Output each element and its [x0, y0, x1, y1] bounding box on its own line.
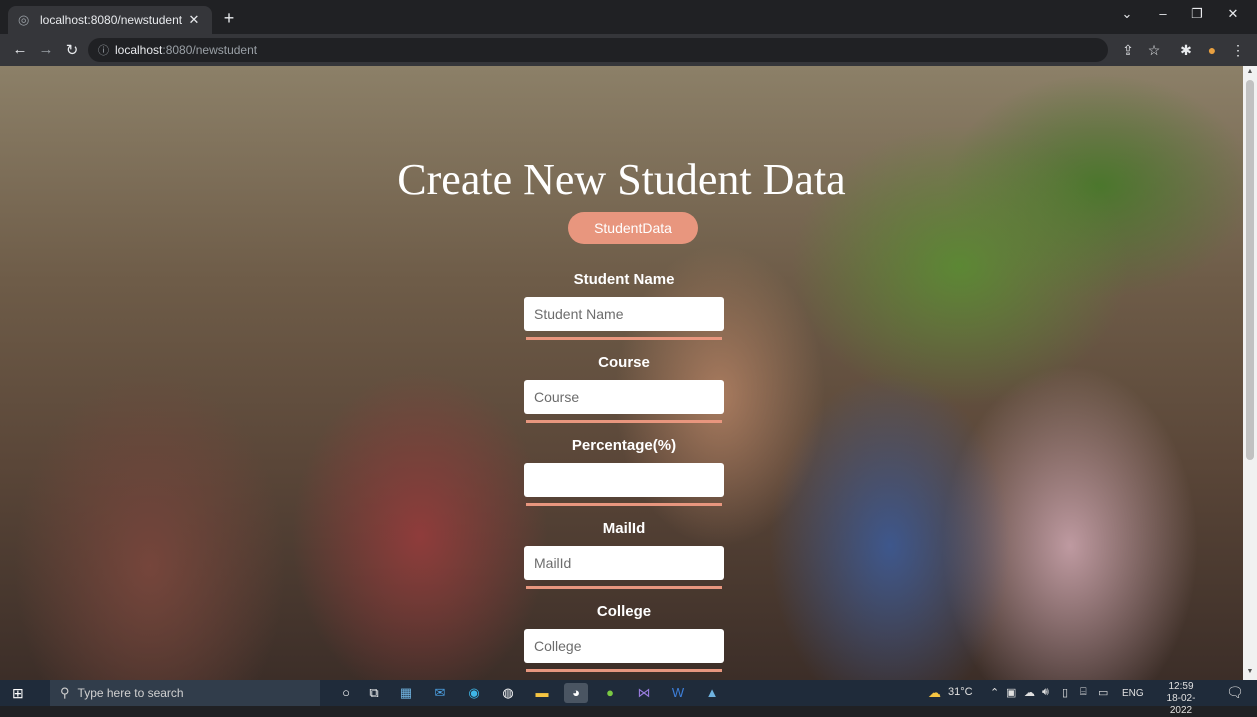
tab-search-icon[interactable]: ⌄	[1110, 6, 1144, 22]
visual-studio-icon[interactable]: ⋈	[632, 683, 656, 703]
clock-time: 12:59	[1168, 681, 1194, 692]
taskbar-clock[interactable]: 12:59 18-02-2022	[1156, 681, 1206, 717]
mailid-label: MailId	[602, 520, 646, 537]
back-icon[interactable]: ←	[8, 41, 32, 58]
url-path: :8080/newstudent	[162, 43, 258, 57]
scroll-down-icon[interactable]: ▼	[1243, 668, 1257, 675]
url-input[interactable]: ⓘ localhost :8080/newstudent	[88, 38, 1108, 62]
student-name-label: Student Name	[573, 271, 675, 288]
clock-date: 18-02-2022	[1166, 693, 1196, 716]
percentage-label: Percentage(%)	[571, 437, 677, 454]
course-input[interactable]	[524, 380, 724, 414]
mail-app-icon[interactable]: ✉	[428, 683, 452, 703]
windows-start-icon[interactable]: ⊞	[12, 685, 24, 702]
info-icon[interactable]: ⓘ	[98, 42, 109, 58]
language-indicator[interactable]: ENG	[1122, 688, 1144, 699]
task-view-icon[interactable]: ⧉	[362, 683, 386, 703]
college-label: College	[596, 603, 652, 620]
minimize-button[interactable]: –	[1146, 6, 1180, 21]
tab-title: localhost:8080/newstudent	[40, 13, 183, 27]
college-input[interactable]	[524, 629, 724, 663]
browser-tab[interactable]: ◎ localhost:8080/newstudent ✕	[8, 6, 212, 34]
network-icon[interactable]: ⌸	[1080, 686, 1087, 699]
weather-icon[interactable]: ☁	[928, 685, 941, 701]
restore-button[interactable]: ❐	[1180, 6, 1214, 22]
calculator-app-icon[interactable]: ▦	[394, 683, 418, 703]
percentage-input[interactable]	[524, 463, 724, 497]
address-bar-row: ← → ↻ ⓘ localhost :8080/newstudent ⇪ ☆ ✱…	[0, 34, 1257, 66]
reload-icon[interactable]: ↻	[60, 41, 84, 59]
college-underline	[526, 669, 722, 672]
close-window-button[interactable]: ✕	[1216, 6, 1250, 22]
onedrive-icon[interactable]: ☁	[1024, 686, 1035, 699]
page-scrollbar[interactable]: ▲ ▼	[1243, 66, 1257, 680]
student-name-input[interactable]	[524, 297, 724, 331]
close-tab-icon[interactable]: ✕	[186, 12, 202, 28]
page-background-photo: Create New Student Data StudentData Stud…	[0, 66, 1243, 680]
search-icon: ⚲	[60, 685, 70, 700]
edge-browser-icon[interactable]: ◉	[462, 683, 486, 703]
page-title: Create New Student Data	[397, 155, 846, 204]
tray-chevron-icon[interactable]: ⌃	[990, 686, 999, 699]
profile-avatar-icon[interactable]: ●	[1202, 42, 1222, 58]
file-explorer-icon[interactable]: ▬	[530, 683, 554, 703]
browser-tab-bar: ◎ localhost:8080/newstudent ✕ + ⌄ – ❐ ✕	[0, 0, 1257, 34]
scroll-up-icon[interactable]: ▲	[1243, 68, 1257, 75]
url-host: localhost	[115, 43, 163, 57]
notification-icon[interactable]: 🗨︎	[1226, 684, 1244, 701]
menu-icon[interactable]: ⋮	[1228, 42, 1248, 59]
tray-app-icon[interactable]: ▣	[1006, 686, 1016, 699]
student-data-button[interactable]: StudentData	[568, 212, 698, 244]
chrome-browser-icon[interactable]: ◕	[564, 683, 588, 703]
new-tab-button[interactable]: +	[218, 8, 240, 29]
spring-tool-icon[interactable]: ●	[598, 683, 622, 703]
battery-icon[interactable]: ▯	[1062, 686, 1068, 699]
weather-temperature[interactable]: 31°C	[948, 686, 973, 698]
taskbar-search-box[interactable]: ⚲ Type here to search	[50, 680, 320, 706]
student-name-underline	[526, 337, 722, 340]
course-label: Course	[598, 354, 650, 371]
windows-taskbar: ⊞ ⚲ Type here to search ○ ⧉ ▦ ✉ ◉ ◍ ▬ ◕ …	[0, 680, 1257, 716]
display-icon[interactable]: ▭	[1098, 686, 1108, 699]
mailid-input[interactable]	[524, 546, 724, 580]
share-icon[interactable]: ⇪	[1118, 42, 1138, 59]
extensions-icon[interactable]: ✱	[1176, 42, 1196, 59]
volume-icon[interactable]: 🔊︎	[1042, 686, 1049, 699]
percentage-underline	[526, 503, 722, 506]
taskbar-search-placeholder: Type here to search	[77, 686, 184, 700]
cortana-icon[interactable]: ○	[334, 683, 358, 703]
scrollbar-thumb[interactable]	[1246, 80, 1254, 460]
dell-app-icon[interactable]: ◍	[496, 683, 520, 703]
course-underline	[526, 420, 722, 423]
word-app-icon[interactable]: W	[666, 683, 690, 703]
forward-icon[interactable]: →	[34, 41, 58, 58]
mailid-underline	[526, 586, 722, 589]
bookmark-star-icon[interactable]: ☆	[1144, 42, 1164, 59]
photos-app-icon[interactable]: ▲	[700, 683, 724, 703]
globe-icon: ◎	[18, 12, 30, 27]
